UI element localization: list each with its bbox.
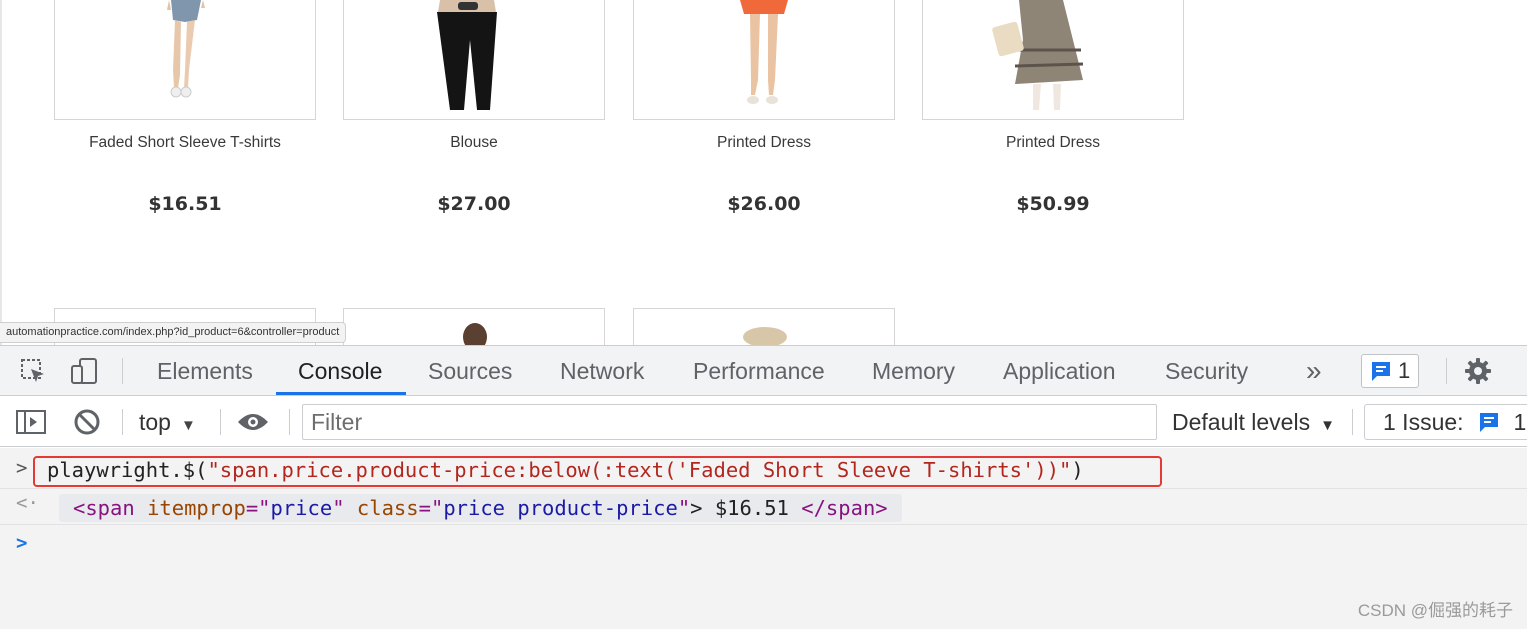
console-command[interactable]: playwright.$("span.price.product-price:b…: [47, 457, 1084, 483]
product-listing-page: Faded Short Sleeve T-shirts $16.51 Blous…: [0, 0, 1527, 345]
console-prompt[interactable]: >: [0, 526, 1527, 562]
message-icon: [1479, 413, 1498, 432]
messages-badge-button[interactable]: 1: [1361, 354, 1420, 388]
result-element[interactable]: <span itemprop="price" class="price prod…: [59, 494, 902, 522]
console-result-entry: <· <span itemprop="price" class="price p…: [0, 489, 1527, 525]
issues-button[interactable]: 1 Issue: 1: [1364, 404, 1527, 440]
devtools-panel: Elements Console Sources Network Perform…: [0, 345, 1527, 629]
page-edge: [0, 0, 2, 345]
dropdown-caret-icon: ▼: [180, 417, 196, 434]
product-name[interactable]: Blouse: [343, 134, 605, 152]
product-price: $16.51: [148, 193, 222, 215]
link-status-url: automationpractice.com/index.php?id_prod…: [0, 322, 347, 343]
product-name[interactable]: Printed Dress: [922, 134, 1184, 152]
tab-security[interactable]: Security: [1165, 346, 1248, 396]
product-card[interactable]: Printed Dress $26.00: [633, 0, 895, 230]
dropdown-caret-icon: ▼: [1320, 417, 1335, 434]
message-icon: [1372, 362, 1390, 381]
log-levels-label: Default levels: [1172, 409, 1311, 435]
product-price: $26.00: [727, 193, 801, 215]
product-image[interactable]: [54, 0, 316, 120]
inspect-element-icon[interactable]: [16, 355, 50, 387]
divider: [1352, 409, 1353, 435]
tab-memory[interactable]: Memory: [872, 346, 955, 396]
tab-elements[interactable]: Elements: [157, 346, 253, 396]
gear-icon[interactable]: [1461, 355, 1495, 387]
divider: [122, 409, 123, 435]
log-levels-dropdown[interactable]: Default levels ▼: [1172, 397, 1335, 447]
product-card[interactable]: Blouse $27.00: [343, 0, 605, 230]
device-toolbar-icon[interactable]: [67, 355, 101, 387]
context-selector[interactable]: top ▼: [139, 397, 196, 447]
prompt-chevron-icon: >: [16, 532, 28, 554]
context-value: top: [139, 409, 171, 435]
divider: [1446, 358, 1447, 384]
filter-input[interactable]: [302, 404, 1157, 440]
tab-network[interactable]: Network: [560, 346, 644, 396]
tab-console[interactable]: Console: [298, 346, 382, 396]
product-name[interactable]: Printed Dress: [633, 134, 895, 152]
divider: [289, 409, 290, 435]
product-name[interactable]: Faded Short Sleeve T-shirts: [54, 134, 316, 152]
product-card[interactable]: Printed Dress $50.99: [922, 0, 1184, 230]
active-tab-indicator: [276, 392, 406, 395]
product-card[interactable]: Faded Short Sleeve T-shirts $16.51: [54, 0, 316, 230]
show-sidebar-icon[interactable]: [14, 406, 48, 438]
result-arrow-icon: <·: [16, 492, 39, 514]
tab-sources[interactable]: Sources: [428, 346, 512, 396]
tab-performance[interactable]: Performance: [693, 346, 825, 396]
product-image[interactable]: [922, 0, 1184, 120]
console-output: > playwright.$("span.price.product-price…: [0, 448, 1527, 629]
divider: [122, 358, 123, 384]
product-card-partial[interactable]: [343, 308, 605, 345]
product-price: $50.99: [1016, 193, 1090, 215]
chevron-right-icon: >: [16, 457, 28, 479]
issues-label: 1 Issue:: [1383, 408, 1464, 435]
product-price: $27.00: [437, 193, 511, 215]
console-toolbar: top ▼ Default levels ▼ 1 Issue: 1: [0, 397, 1527, 447]
product-card-partial[interactable]: [633, 308, 895, 345]
tab-application[interactable]: Application: [1003, 346, 1116, 396]
more-tabs-icon[interactable]: »: [1306, 346, 1322, 396]
devtools-tabbar: Elements Console Sources Network Perform…: [0, 346, 1527, 396]
product-image[interactable]: [343, 0, 605, 120]
issues-count: 1: [1513, 408, 1527, 435]
divider: [220, 409, 221, 435]
watermark: CSDN @倔强的耗子: [1357, 601, 1513, 620]
console-input-entry: > playwright.$("span.price.product-price…: [0, 448, 1527, 489]
product-image[interactable]: [633, 0, 895, 120]
clear-console-icon[interactable]: [70, 406, 104, 438]
eye-icon[interactable]: [236, 406, 270, 438]
messages-count: 1: [1398, 358, 1411, 383]
